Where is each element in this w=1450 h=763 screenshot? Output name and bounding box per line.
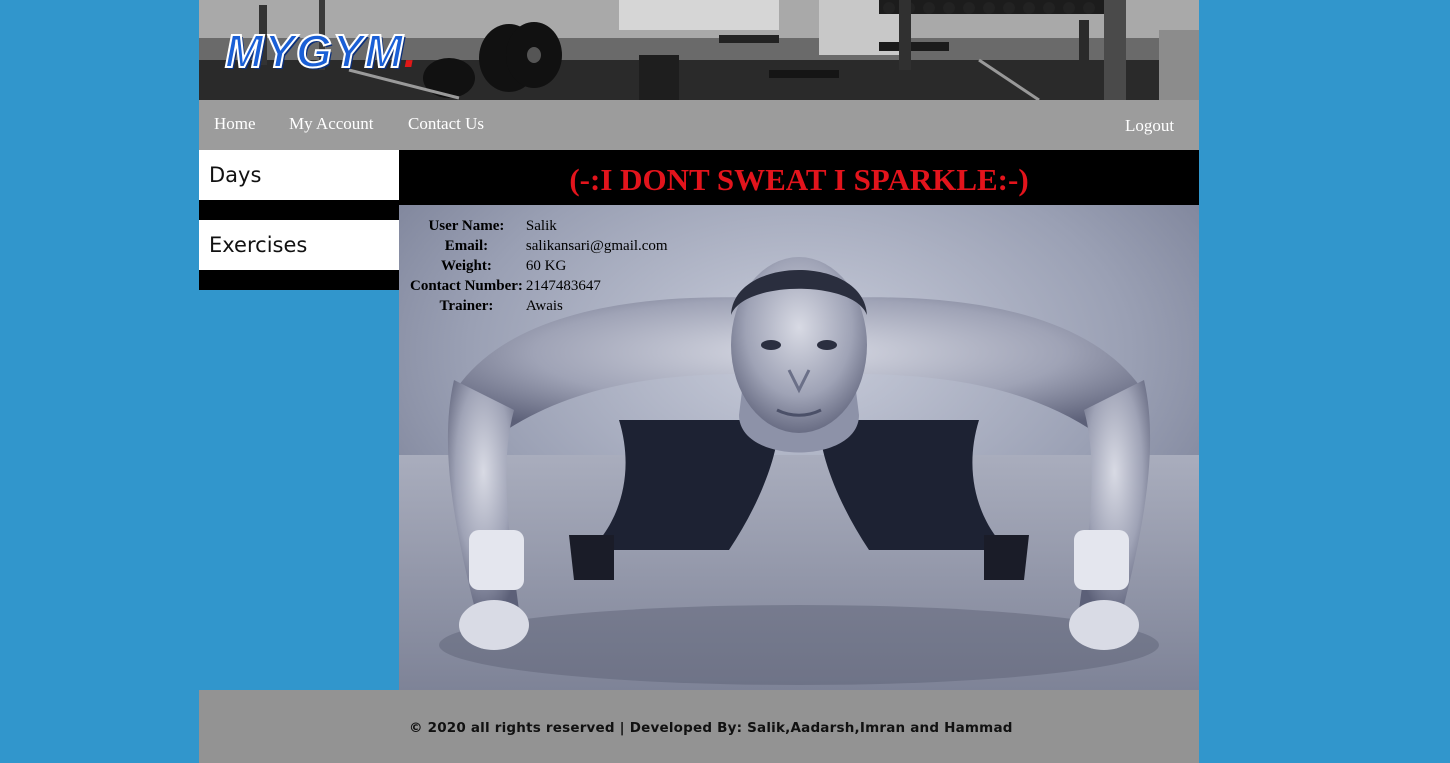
sidebar: Days Exercises: [199, 150, 399, 290]
header-banner: MYGYM.: [199, 0, 1199, 100]
profile-row-trainer: Trainer: Awais: [409, 296, 669, 316]
sidebar-item-days[interactable]: Days: [199, 150, 399, 200]
mygym-logo[interactable]: MYGYM.: [224, 25, 418, 77]
footer: © 2020 all rights reserved | Developed B…: [199, 690, 1199, 763]
main-navbar: Home My Account Contact Us Logout: [199, 100, 1199, 150]
profile-info-table: User Name: Salik Email: salikansari@gmai…: [409, 216, 669, 316]
headline-bar: (-:I DONT SWEAT I SPARKLE:-): [399, 150, 1199, 205]
weight-label: Weight:: [441, 258, 492, 274]
logo-dot: .: [403, 25, 418, 77]
trainer-label: Trainer:: [439, 298, 494, 314]
profile-row-contact: Contact Number: 2147483647: [409, 276, 669, 296]
trainer-value: Awais: [525, 298, 563, 314]
sidebar-item-exercises[interactable]: Exercises: [199, 220, 399, 270]
footer-copyright-text: © 2020 all rights reserved | Developed B…: [409, 720, 1013, 736]
user-name-label: User Name:: [428, 218, 505, 234]
email-value: salikansari@gmail.com: [525, 238, 668, 254]
contact-number-value: 2147483647: [525, 278, 601, 294]
contact-number-label: Contact Number:: [410, 278, 523, 294]
profile-row-username: User Name: Salik: [409, 216, 669, 236]
main-content: (-:I DONT SWEAT I SPARKLE:-) User Name: …: [399, 150, 1199, 690]
weight-value: 60 KG: [525, 258, 567, 274]
profile-row-email: Email: salikansari@gmail.com: [409, 236, 669, 256]
logo-text: MYGYM: [224, 25, 404, 77]
headline-text: (-:I DONT SWEAT I SPARKLE:-): [569, 162, 1029, 197]
hero-section: User Name: Salik Email: salikansari@gmai…: [399, 205, 1199, 690]
nav-contact-us-link[interactable]: Contact Us: [408, 114, 484, 134]
nav-home-link[interactable]: Home: [214, 114, 256, 134]
email-label: Email:: [444, 238, 489, 254]
logout-link[interactable]: Logout: [1125, 116, 1174, 136]
user-name-value: Salik: [525, 218, 557, 234]
profile-row-weight: Weight: 60 KG: [409, 256, 669, 276]
page-wrapper: MYGYM. Home My Account Contact Us Logout…: [199, 0, 1199, 763]
nav-my-account-link[interactable]: My Account: [289, 114, 374, 134]
